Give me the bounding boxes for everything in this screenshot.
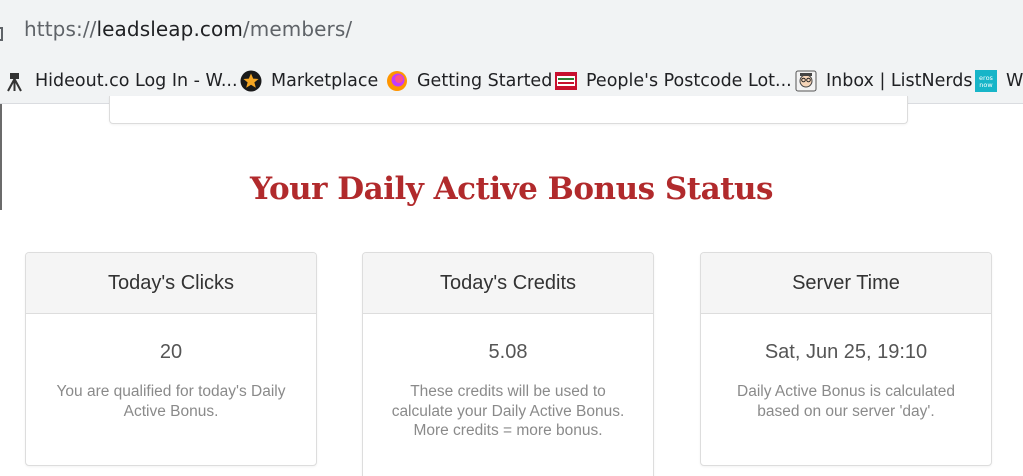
bookmark-label: People's Postcode Lot... <box>586 71 792 91</box>
previous-panel <box>109 96 908 124</box>
credits-description: These credits will be used to calculate … <box>391 383 625 420</box>
card-description: You are qualified for today's Daily Acti… <box>56 383 286 420</box>
bookmark-getting-started[interactable]: Getting Started <box>386 69 552 93</box>
server-time-card: Server Time Sat, Jun 25, 19:10 Daily Act… <box>700 252 992 466</box>
address-bar[interactable]: https://leadsleap.com/members/ <box>0 0 1023 56</box>
erosnow-icon: eros now <box>975 70 997 92</box>
bookmark-erosnow[interactable]: eros now W <box>975 69 1023 93</box>
bookmark-marketplace[interactable]: Marketplace <box>240 69 378 93</box>
todays-clicks-card: Today's Clicks 20 You are qualified for … <box>25 252 317 466</box>
card-title: Today's Credits <box>363 253 653 314</box>
postcode-lottery-icon <box>555 70 577 92</box>
url-path: /members/ <box>242 17 353 41</box>
url-text[interactable]: https://leadsleap.com/members/ <box>24 17 352 41</box>
nerd-avatar-icon <box>795 70 817 92</box>
bookmark-postcode-lottery[interactable]: People's Postcode Lot... <box>555 69 792 93</box>
url-scheme: https:// <box>24 17 97 41</box>
clicks-value: 20 <box>159 341 183 363</box>
firefox-icon <box>386 70 408 92</box>
bookmark-label: Getting Started <box>417 71 553 91</box>
star-badge-icon <box>240 70 262 92</box>
bookmark-hideout[interactable]: Hideout.co Log In - W... <box>4 69 238 93</box>
bookmark-label: W <box>1006 71 1023 91</box>
bookmark-label: Inbox | ListNerds <box>826 71 973 91</box>
card-description: Daily Active Bonus is calculated based o… <box>737 383 955 420</box>
bookmark-listnerds[interactable]: Inbox | ListNerds <box>795 69 972 93</box>
credits-value: 5.08 <box>488 341 528 363</box>
svg-text:now: now <box>979 81 993 89</box>
lock-icon[interactable] <box>0 20 6 42</box>
bookmark-label: Hideout.co Log In - W... <box>35 71 238 91</box>
url-host: leadsleap.com <box>96 17 243 41</box>
card-title: Today's Clicks <box>26 253 316 314</box>
todays-credits-card: Today's Credits 5.08 These credits will … <box>362 252 654 476</box>
card-title: Server Time <box>701 253 991 314</box>
card-description: These credits will be used to calculate … <box>378 382 638 441</box>
section-title: Your Daily Active Bonus Status <box>250 171 773 207</box>
server-time-value: Sat, Jun 25, 19:10 <box>764 341 928 363</box>
bookmark-label: Marketplace <box>271 71 379 91</box>
camera-tripod-icon <box>4 70 26 92</box>
credits-note: More credits = more bonus. <box>413 422 603 439</box>
